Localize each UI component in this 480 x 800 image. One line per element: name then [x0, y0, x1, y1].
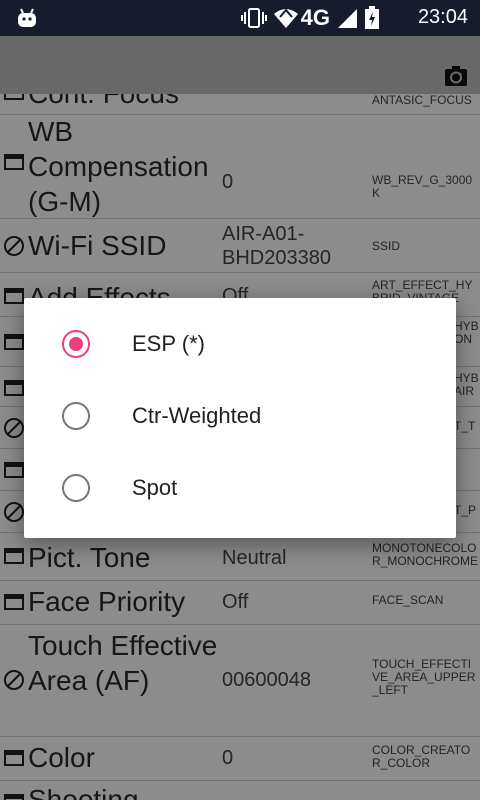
- option-label: Ctr-Weighted: [132, 403, 262, 428]
- radio-checked-icon[interactable]: [62, 330, 90, 358]
- option-spot[interactable]: Spot: [24, 454, 456, 526]
- option-ctr-weighted[interactable]: Ctr-Weighted: [24, 382, 456, 454]
- status-icons: 4G: [240, 5, 380, 30]
- signal-icon: [338, 9, 357, 28]
- network-type: 4G: [300, 5, 330, 30]
- vibrate-icon: [240, 8, 267, 28]
- option-label: Spot: [132, 475, 178, 500]
- wifi-icon: [273, 8, 298, 28]
- clock: 23:04: [417, 6, 468, 28]
- radio-unchecked-icon[interactable]: [62, 474, 90, 502]
- battery-charging-icon: [365, 6, 379, 29]
- option-esp[interactable]: ESP (*): [24, 310, 456, 382]
- option-label: ESP (*): [132, 331, 205, 356]
- radio-unchecked-icon[interactable]: [62, 402, 90, 430]
- metering-mode-dialog: ESP (*) Ctr-Weighted Spot: [24, 298, 456, 538]
- status-bar: 4G 23:04: [0, 0, 480, 36]
- android-icon: [18, 8, 36, 27]
